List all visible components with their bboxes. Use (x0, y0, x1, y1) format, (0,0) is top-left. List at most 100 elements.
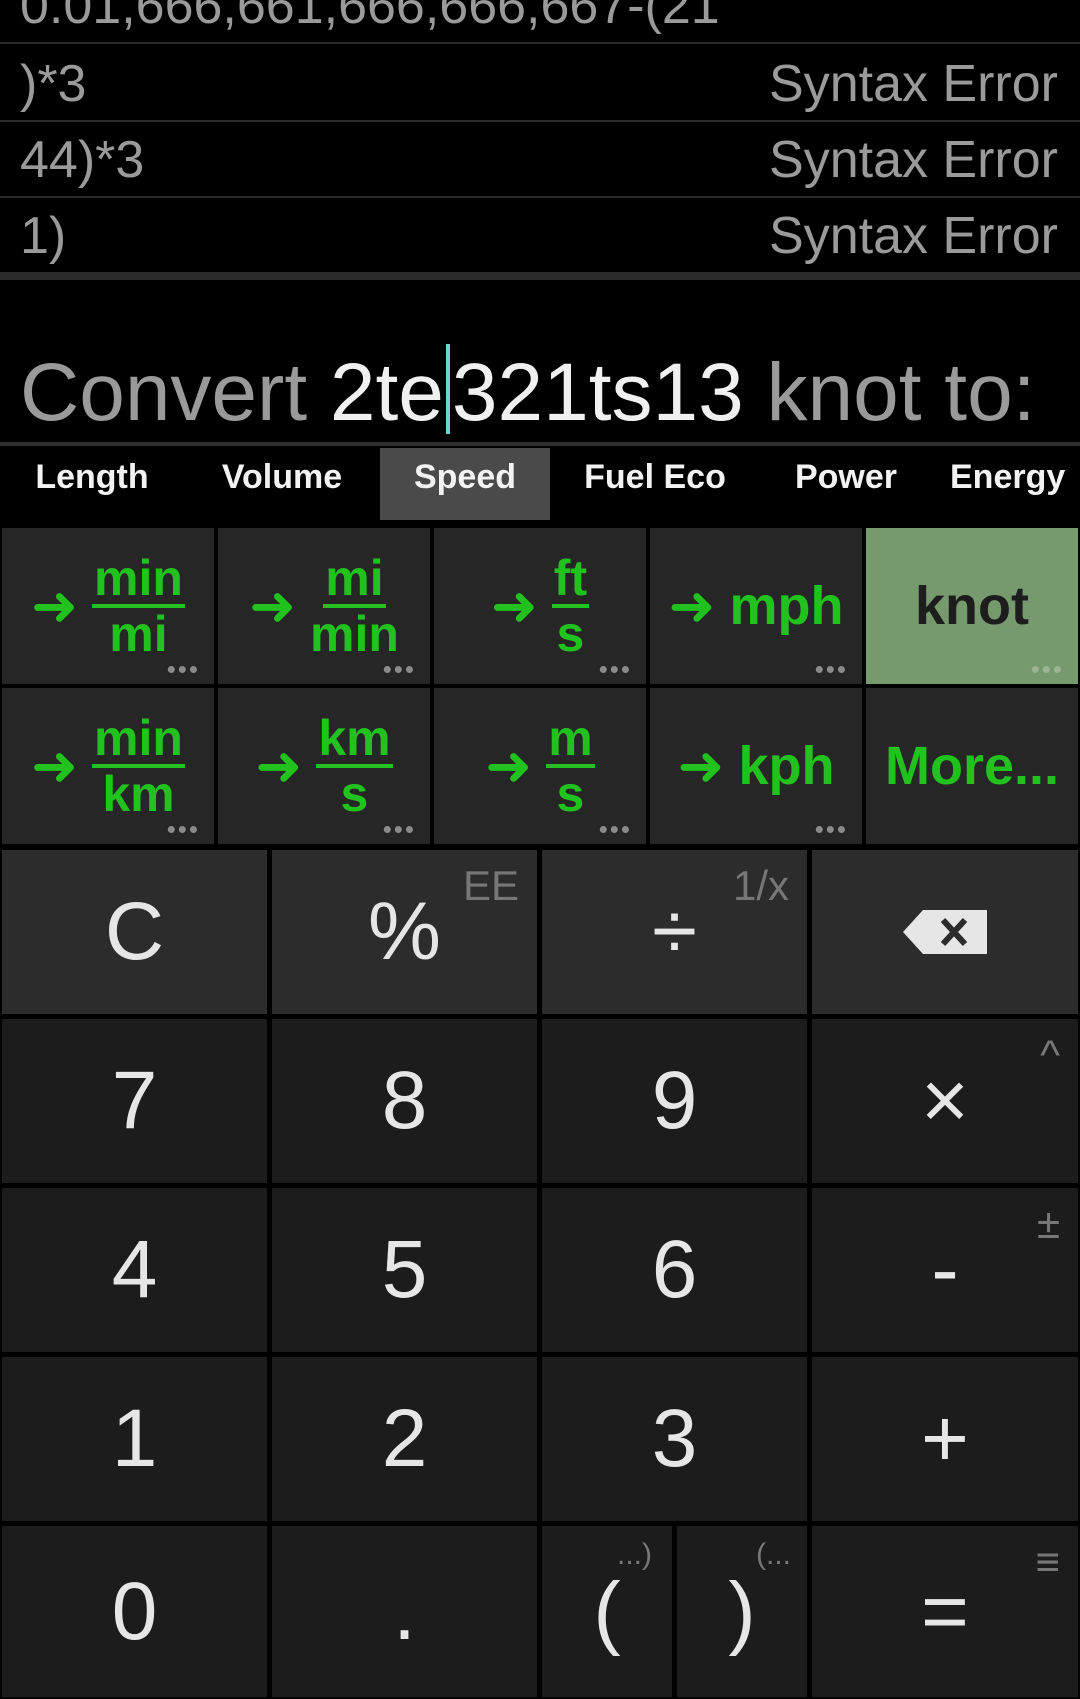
unit-denominator: km (102, 766, 175, 822)
close-paren-label: ) (728, 1565, 756, 1657)
unit-kph-button[interactable]: ➜ kph ••• (650, 688, 862, 844)
input-value-after-cursor: 321ts13 (451, 347, 744, 438)
history-row[interactable]: 1) Syntax Error (0, 198, 1080, 274)
history-divider (0, 272, 1080, 280)
history-row[interactable]: )*3 Syntax Error (0, 46, 1080, 122)
unit-numerator: m (546, 710, 595, 768)
multiply-button[interactable]: × ^ (812, 1019, 1078, 1183)
text-cursor (445, 344, 450, 434)
unit-grid: ➜ min mi ••• ➜ mi min ••• ➜ ft s ••• ➜ mph … (0, 526, 1080, 846)
unit-numerator: km (316, 710, 393, 768)
unit-label: mph (729, 576, 844, 636)
backspace-button[interactable] (812, 850, 1078, 1014)
digit-6-button[interactable]: 6 (542, 1188, 807, 1352)
open-paren-secondary-label: (... (756, 1538, 791, 1571)
history-row[interactable]: 0.01,666,661,666,666,667-(21 (0, 0, 1080, 44)
plus-button[interactable]: + (812, 1357, 1078, 1521)
unit-denominator: s (340, 766, 369, 822)
tab-fuel-eco[interactable]: Fuel Eco (560, 448, 750, 520)
unit-label: knot (915, 576, 1029, 636)
tab-speed[interactable]: Speed (380, 448, 550, 520)
unit-mi-per-min-button[interactable]: ➜ mi min ••• (218, 528, 430, 684)
unit-denominator: s (556, 606, 585, 662)
unit-numerator: min (92, 550, 185, 608)
unit-denominator: mi (109, 606, 168, 662)
digit-label: 8 (381, 1055, 428, 1146)
unit-numerator: mi (323, 550, 386, 608)
digit-label: 1 (111, 1393, 158, 1484)
history-expression: 44)*3 (20, 131, 145, 189)
history-result: Syntax Error (769, 55, 1058, 113)
unit-km-per-s-button[interactable]: ➜ km s ••• (218, 688, 430, 844)
decimal-point-label: . (393, 1565, 416, 1657)
minus-button[interactable]: - ± (812, 1188, 1078, 1352)
keypad: C % EE ÷ 1/x 7 8 9 × ^ 4 5 6 - ± 1 2 3 +… (0, 848, 1080, 1699)
percent-button[interactable]: % EE (272, 850, 537, 1014)
history-panel[interactable]: 0.01,666,661,666,666,667-(21 )*3 Syntax … (0, 0, 1080, 276)
unit-m-per-s-button[interactable]: ➜ ms ••• (434, 688, 646, 844)
convert-suffix: knot to: (766, 347, 1036, 438)
plus-minus-secondary-label: ± (1036, 1200, 1060, 1247)
tab-length[interactable]: Length (0, 448, 184, 520)
digit-label: 6 (651, 1224, 698, 1315)
arrow-right-icon: ➜ (31, 734, 78, 797)
more-dots-icon: ••• (166, 654, 200, 684)
ee-secondary-label: EE (462, 862, 519, 909)
more-dots-icon: ••• (382, 654, 416, 684)
unit-ft-per-s-button[interactable]: ➜ ft s ••• (434, 528, 646, 684)
digit-1-button[interactable]: 1 (2, 1357, 267, 1521)
unit-min-per-km-button[interactable]: ➜ min km ••• (2, 688, 214, 844)
close-paren-secondary-label: ...) (617, 1538, 652, 1571)
digit-5-button[interactable]: 5 (272, 1188, 537, 1352)
conversion-input[interactable]: Convert 2te321ts13 knot to: (0, 340, 1080, 446)
more-dots-icon: ••• (382, 814, 416, 844)
digit-label: 7 (111, 1055, 158, 1146)
arrow-right-icon: ➜ (485, 734, 533, 797)
divide-label: ÷ (651, 886, 697, 977)
minus-label: - (931, 1224, 959, 1315)
convert-prefix: Convert (20, 347, 308, 438)
tab-energy[interactable]: Energy (950, 448, 1080, 520)
tab-volume[interactable]: Volume (184, 448, 380, 520)
menu-icon: ≡ (1035, 1538, 1060, 1585)
history-result: Syntax Error (769, 131, 1058, 189)
digit-2-button[interactable]: 2 (272, 1357, 537, 1521)
unit-numerator: min (92, 710, 185, 768)
unit-denominator: s (556, 766, 585, 822)
digit-4-button[interactable]: 4 (2, 1188, 267, 1352)
digit-9-button[interactable]: 9 (542, 1019, 807, 1183)
category-tabs: Length Volume Speed Fuel Eco Power Energ… (0, 448, 1080, 520)
input-value-before-cursor: 2te (329, 347, 444, 438)
unit-knot-button[interactable]: knot ••• (866, 528, 1078, 684)
unit-mph-button[interactable]: ➜ mph ••• (650, 528, 862, 684)
more-units-label: More... (884, 736, 1060, 796)
input-divider (0, 442, 1080, 446)
digit-label: 4 (111, 1224, 158, 1315)
unit-numerator: ft (551, 550, 590, 608)
history-expression: )*3 (20, 55, 87, 113)
arrow-right-icon: ➜ (255, 734, 303, 797)
equals-button[interactable]: = ≡ (812, 1526, 1078, 1697)
history-row[interactable]: 44)*3 Syntax Error (0, 122, 1080, 198)
open-paren-button[interactable]: ( ...) (542, 1526, 672, 1697)
clear-button[interactable]: C (2, 850, 267, 1014)
tab-power[interactable]: Power (756, 448, 936, 520)
digit-8-button[interactable]: 8 (272, 1019, 537, 1183)
backspace-icon (903, 910, 987, 954)
equals-label: = (921, 1565, 969, 1657)
digit-3-button[interactable]: 3 (542, 1357, 807, 1521)
more-dots-icon: ••• (814, 814, 848, 844)
digit-7-button[interactable]: 7 (2, 1019, 267, 1183)
more-units-button[interactable]: More... (866, 688, 1078, 844)
decimal-point-button[interactable]: . (272, 1526, 537, 1697)
more-dots-icon: ••• (814, 654, 848, 684)
digit-0-button[interactable]: 0 (2, 1526, 267, 1697)
divide-button[interactable]: ÷ 1/x (542, 850, 807, 1014)
multiply-label: × (921, 1055, 969, 1146)
arrow-right-icon: ➜ (490, 574, 538, 637)
arrow-right-icon: ➜ (668, 574, 716, 637)
arrow-right-icon: ➜ (249, 574, 296, 637)
unit-min-per-mi-button[interactable]: ➜ min mi ••• (2, 528, 214, 684)
more-dots-icon: ••• (598, 654, 632, 684)
close-paren-button[interactable]: ) (... (677, 1526, 807, 1697)
